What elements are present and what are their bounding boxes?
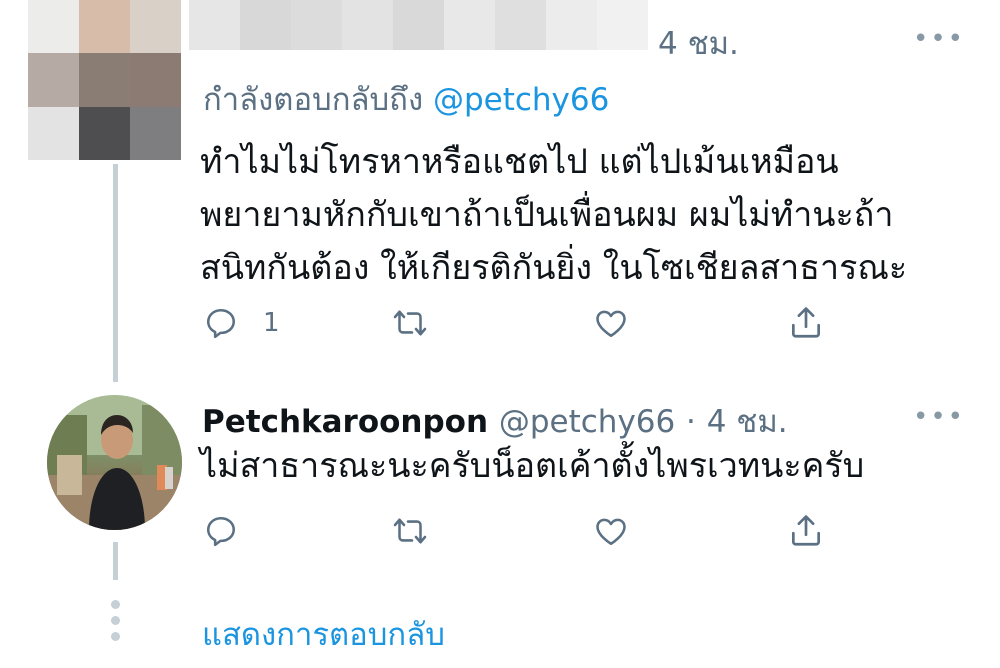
retweet-button[interactable] (390, 305, 430, 341)
tweet-time[interactable]: 4 ชม. (658, 18, 739, 68)
reply-button[interactable] (203, 513, 239, 549)
like-button[interactable] (592, 305, 630, 341)
separator: · (686, 404, 696, 440)
tweet-text-line-1: ทำไมไม่โทรหาหรือแชตไป แต่ไปเม้นเหมือน (200, 142, 839, 182)
thread-dot (111, 632, 120, 641)
retweet-button[interactable] (390, 513, 430, 549)
share-button[interactable] (787, 511, 825, 549)
author-avatar[interactable] (47, 395, 182, 530)
author-name-pixelated[interactable] (189, 0, 649, 50)
thread-dot (111, 616, 120, 625)
reply-icon (203, 305, 239, 341)
show-replies-link[interactable]: แสดงการตอบกลับ (202, 609, 445, 659)
tweet-text-line-2: พยายามหักกับเขาถ้าเป็นเพื่อนผม ผมไม่ทำนะ… (200, 195, 894, 235)
like-icon (592, 513, 630, 549)
thread-dot (111, 600, 120, 609)
retweet-icon (390, 513, 430, 549)
more-options-icon[interactable]: ••• (913, 26, 965, 52)
share-icon (787, 511, 825, 549)
reply-button[interactable]: 1 (203, 305, 280, 341)
like-button[interactable] (592, 513, 630, 549)
share-button[interactable] (787, 303, 825, 341)
tweet-text: ไม่สาธารณะนะครับน็อตเค้าตั้งไพรเวทนะครับ (200, 446, 865, 486)
reply-icon (203, 513, 239, 549)
author-avatar-pixelated[interactable] (28, 0, 181, 161)
tweet-time[interactable]: 4 ชม. (707, 404, 788, 440)
tweet-text-line-3: สนิทกันต้อง ให้เกียรติกันยิ่ง ในโซเชียลส… (200, 248, 908, 288)
retweet-icon (390, 305, 430, 341)
more-options-icon[interactable]: ••• (913, 404, 965, 430)
tweet-header: Petchkaroonpon @petchy66 · 4 ชม. (202, 396, 788, 446)
thread-line (113, 542, 118, 580)
handle[interactable]: @petchy66 (499, 404, 675, 440)
mention-link[interactable]: @petchy66 (433, 82, 609, 118)
like-icon (592, 305, 630, 341)
replying-to: กำลังตอบกลับถึง @petchy66 (203, 74, 609, 124)
thread-line (113, 164, 118, 382)
replying-to-label: กำลังตอบกลับถึง (203, 82, 424, 118)
share-icon (787, 303, 825, 341)
reply-count: 1 (263, 308, 280, 338)
display-name[interactable]: Petchkaroonpon (202, 404, 488, 440)
